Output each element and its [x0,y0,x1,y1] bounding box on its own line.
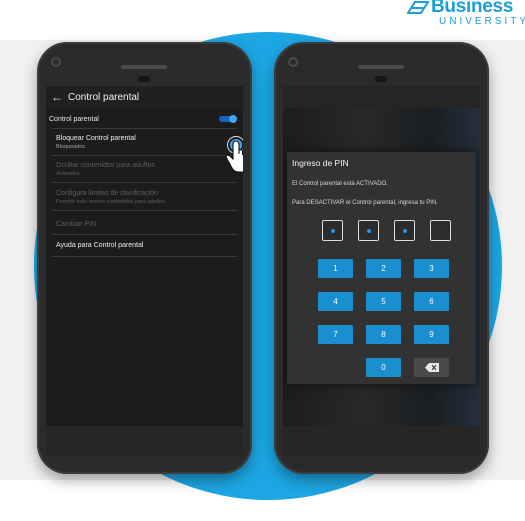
blurred-app-bar [283,86,480,108]
item-title: Ocultar contenidos para adultos [56,162,155,169]
pin-digit-2 [358,220,379,241]
key-4[interactable]: 4 [318,292,353,311]
switch-knob [229,115,237,123]
pin-dot [403,229,407,233]
pin-dot [331,229,335,233]
key-5[interactable]: 5 [366,292,401,311]
logo-mark-icon [407,1,429,14]
item-title: Bloquear Control parental [56,135,136,142]
speaker-grille [358,65,404,69]
logo-sub-text: UNIVERSITY [439,16,525,27]
business-university-logo: Business UNIVERSITY [403,0,525,32]
settings-item-hide-adult[interactable]: Ocultar contenidos para adultos Activado… [56,161,226,178]
item-subtitle: Activados [56,171,80,177]
settings-item-change-pin[interactable]: Cambiar PIN [56,220,226,229]
item-title: Cambiar PIN [56,221,97,228]
app-bar: ← Control parental [46,86,243,108]
sensor [138,76,150,82]
nav-area [46,426,243,456]
back-arrow-icon[interactable]: ← [46,90,68,104]
front-camera [51,57,61,67]
nav-area [283,426,480,456]
key-7[interactable]: 7 [318,325,353,344]
pin-dot [367,229,371,233]
settings-item-rating-limits[interactable]: Configura límites de clasificación Permi… [56,189,226,206]
front-camera [288,57,298,67]
key-0[interactable]: 0 [366,358,401,377]
toggle-label: Control parental [49,115,99,123]
settings-item-lock[interactable]: Bloquear Control parental Bloqueados [56,134,226,151]
backspace-key[interactable] [414,358,449,377]
page-title: Control parental [68,91,140,103]
pin-screen: Ingreso de PIN El Control parental está … [283,86,480,426]
parental-control-toggle-row[interactable]: Control parental [46,112,243,126]
pin-dialog: Ingreso de PIN El Control parental está … [287,152,476,384]
settings-screen: ← Control parental Control parental Bloq… [46,86,243,426]
key-2[interactable]: 2 [366,259,401,278]
sensor [375,76,387,82]
key-3[interactable]: 3 [414,259,449,278]
phone-right: Ingreso de PIN El Control parental está … [274,42,489,474]
key-6[interactable]: 6 [414,292,449,311]
divider [52,256,237,257]
settings-item-help[interactable]: Ayuda para Control parental [56,241,226,250]
item-subtitle: Permitir todo menos contenidos para adul… [56,199,166,205]
pin-digit-1 [322,220,343,241]
pin-digit-4 [430,220,451,241]
parental-control-switch[interactable] [219,115,237,123]
item-subtitle: Bloqueados [56,144,86,150]
divider [52,182,237,183]
dialog-instruction-text: Para DESACTIVAR el Control parental, ing… [292,200,438,206]
pointer-hand-icon [225,136,243,173]
key-1[interactable]: 1 [318,259,353,278]
divider [52,128,237,129]
backspace-icon [424,363,439,372]
item-title: Ayuda para Control parental [56,242,144,249]
divider [52,234,237,235]
key-8[interactable]: 8 [366,325,401,344]
key-9[interactable]: 9 [414,325,449,344]
pin-digit-3 [394,220,415,241]
divider [52,210,237,211]
dialog-title: Ingreso de PIN [292,158,349,168]
phone-left: ← Control parental Control parental Bloq… [37,42,252,474]
item-title: Configura límites de clasificación [56,190,158,197]
dialog-status-text: El Control parental está ACTIVADO. [292,181,388,187]
divider [52,155,237,156]
speaker-grille [121,65,167,69]
